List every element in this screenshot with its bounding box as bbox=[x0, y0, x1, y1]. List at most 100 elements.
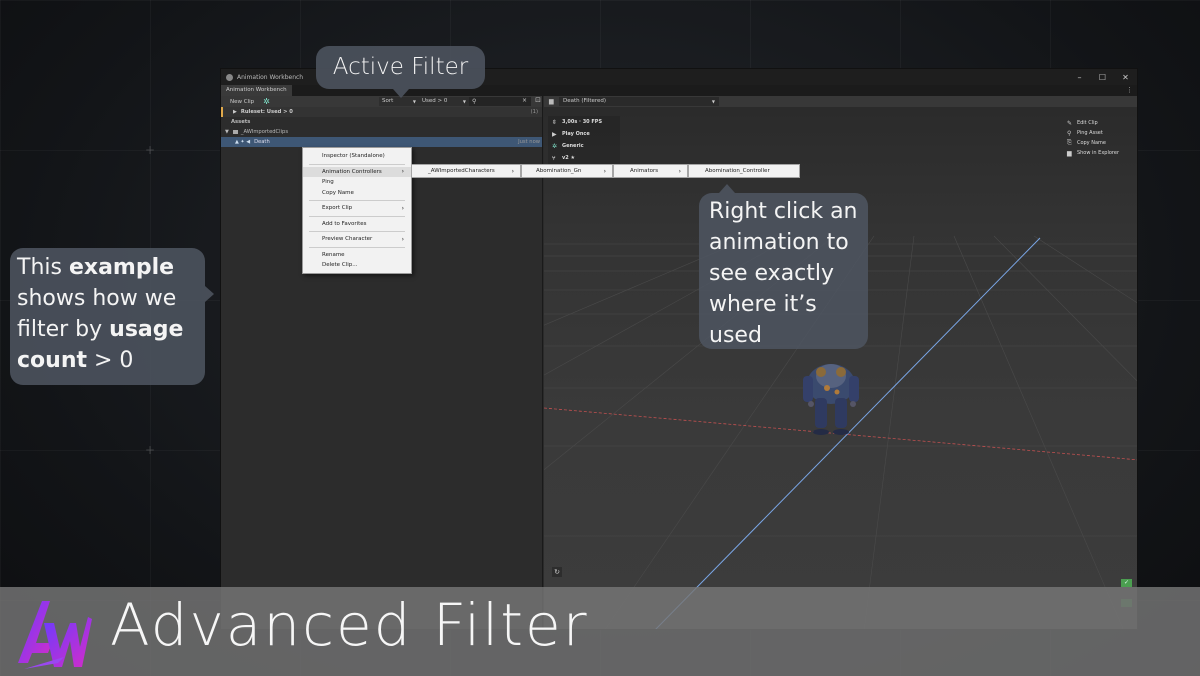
submenu-label: Abomination_Controller bbox=[705, 168, 770, 174]
close-button[interactable]: ✕ bbox=[1114, 73, 1137, 82]
menu-item-animation-controllers[interactable]: Animation Controllers › bbox=[303, 166, 411, 177]
expand-arrow-icon[interactable]: ▶ bbox=[233, 109, 237, 115]
clip-dropdown-label: Death (Filtered) bbox=[563, 98, 607, 104]
sort-label: Sort bbox=[382, 98, 394, 104]
clip-info-panel: ⇳ 3,00s · 30 FPS ▶ Play Once ✲ Generic ⑂ v2 … bbox=[548, 116, 620, 164]
menu-item-delete-clip[interactable]: Delete Clip... bbox=[303, 260, 411, 271]
submenu-arrow-icon: › bbox=[603, 167, 606, 175]
clip-name: Death bbox=[254, 139, 270, 145]
minimize-button[interactable]: – bbox=[1068, 73, 1091, 82]
right-click-callout: Right click an animation to see exactly … bbox=[699, 184, 868, 349]
menu-separator bbox=[309, 200, 405, 201]
maximize-button[interactable]: ☐ bbox=[1091, 73, 1114, 82]
submenu-arrow-icon: › bbox=[401, 168, 404, 176]
window-controls: – ☐ ✕ bbox=[1068, 73, 1137, 82]
ruleset-star-icon[interactable]: ✲ bbox=[263, 97, 270, 106]
submenu-arrow-icon: › bbox=[401, 204, 404, 212]
submenu-item-abomination-gn[interactable]: Abomination_Gn › bbox=[521, 164, 613, 178]
menu-separator bbox=[309, 215, 405, 217]
ping-asset-label: Ping Asset bbox=[1076, 130, 1103, 136]
menu-item-add-to-favorites[interactable]: Add to Favorites bbox=[303, 219, 411, 230]
clip-row-death[interactable]: ▲ ✦ ◀ Death Just now bbox=[221, 137, 542, 147]
play-mode-text: Play Once bbox=[562, 131, 590, 137]
unity-icon bbox=[226, 73, 233, 81]
show-in-explorer-action[interactable]: ▆ Show in Explorer bbox=[1067, 148, 1119, 158]
submenu-arrow-icon: › bbox=[511, 167, 514, 175]
pin-icon[interactable]: ⊡ bbox=[535, 96, 541, 104]
rig-type-text: Generic bbox=[562, 143, 584, 149]
browser-toolbar: New Clip ✲ Sort ▼ Used > 0 ▼ ⚲ × ⊡ bbox=[221, 96, 542, 107]
clear-search-icon[interactable]: × bbox=[522, 97, 527, 104]
filter-label: Used > 0 bbox=[422, 98, 448, 104]
new-clip-button[interactable]: New Clip bbox=[221, 99, 263, 105]
ruleset-row[interactable]: ▶ Ruleset: Used > 0 (1) bbox=[221, 107, 542, 117]
version: ⑂ v2 ★ bbox=[548, 152, 620, 164]
callout-text: > 0 bbox=[87, 348, 134, 373]
ping-asset-action[interactable]: ⚲ Ping Asset bbox=[1067, 128, 1119, 138]
character-preview-model bbox=[803, 364, 859, 435]
version-text: v2 ★ bbox=[562, 155, 575, 161]
reset-view-button[interactable]: ↻ bbox=[552, 567, 562, 577]
menu-separator bbox=[309, 231, 405, 232]
preview-character-label: Preview Character bbox=[322, 236, 373, 243]
kebab-menu-icon[interactable]: ⋮ bbox=[1122, 85, 1137, 96]
pencil-icon: ✎ bbox=[1066, 119, 1072, 127]
search-icon: ⚲ bbox=[472, 98, 477, 105]
humanoid-icon: ✲ bbox=[552, 142, 558, 150]
clip-tag: Just now bbox=[518, 139, 540, 145]
submenu-arrow-icon: › bbox=[401, 235, 404, 243]
menu-separator bbox=[309, 163, 405, 165]
search-icon: ⚲ bbox=[1066, 129, 1072, 137]
submenu-item-imported-characters[interactable]: _AWImportedCharacters › bbox=[411, 164, 521, 178]
example-callout: This example shows how we filter by usag… bbox=[10, 248, 214, 385]
banner-title: Advanced Filter bbox=[110, 591, 589, 659]
branch-icon: ⑂ bbox=[552, 154, 556, 162]
clip-actions: ✎ Edit Clip ⚲ Ping Asset ⎘ Copy Name ▆ Show … bbox=[1067, 118, 1119, 158]
status-indicator: ✓ bbox=[1121, 579, 1132, 587]
copy-name-action[interactable]: ⎘ Copy Name bbox=[1067, 138, 1119, 148]
tab-animation-workbench[interactable]: Animation Workbench bbox=[221, 85, 292, 96]
copy-name-label: Copy Name bbox=[1076, 140, 1106, 146]
chevron-down-icon: ▼ bbox=[711, 99, 715, 104]
window-title: Animation Workbench bbox=[237, 73, 304, 81]
grid-mark: + bbox=[145, 443, 156, 457]
filter-dropdown[interactable]: Used > 0 ▼ bbox=[419, 97, 469, 106]
folder-row[interactable]: ▼ _AWImportedClips bbox=[221, 127, 542, 137]
sort-dropdown[interactable]: Sort ▼ bbox=[379, 97, 419, 106]
copy-icon: ⎘ bbox=[1066, 139, 1072, 146]
show-in-explorer-label: Show in Explorer bbox=[1076, 150, 1119, 156]
submenu-label: Abomination_Gn bbox=[536, 168, 582, 174]
menu-item-ping[interactable]: Ping bbox=[303, 177, 411, 188]
duration-icon: ⇳ bbox=[552, 118, 558, 126]
chevron-down-icon: ▼ bbox=[462, 99, 466, 104]
search-input[interactable]: ⚲ × bbox=[469, 97, 531, 106]
edit-clip-label: Edit Clip bbox=[1076, 120, 1098, 126]
menu-item-rename[interactable]: Rename bbox=[303, 250, 411, 261]
ruleset-count: (1) bbox=[530, 109, 538, 115]
menu-item-inspector[interactable]: Inspector (Standalone) bbox=[303, 151, 411, 162]
active-filter-callout: Active Filter bbox=[316, 46, 485, 98]
menu-separator bbox=[309, 246, 405, 248]
aw-logo-icon bbox=[18, 601, 92, 669]
export-clip-label: Export Clip bbox=[322, 205, 353, 212]
submenu-item-abomination-controller[interactable]: Abomination_Controller bbox=[688, 164, 800, 178]
submenu-item-animators[interactable]: Animators › bbox=[613, 164, 688, 178]
menu-item-copy-name[interactable]: Copy Name bbox=[303, 188, 411, 199]
menu-item-export-clip[interactable]: Export Clip › bbox=[303, 203, 411, 214]
animation-controllers-label: Animation Controllers bbox=[322, 168, 382, 175]
play-mode[interactable]: ▶ Play Once bbox=[548, 128, 620, 140]
submenu-label: Animators bbox=[630, 168, 659, 174]
assets-header[interactable]: Assets bbox=[221, 117, 542, 127]
menu-item-preview-character[interactable]: Preview Character › bbox=[303, 234, 411, 245]
expand-arrow-icon[interactable]: ▼ bbox=[225, 129, 229, 135]
callout-text: This bbox=[17, 255, 69, 280]
grid-mark: + bbox=[145, 143, 156, 157]
duration-text: 3,00s · 30 FPS bbox=[562, 119, 603, 125]
submenu-label: _AWImportedCharacters bbox=[428, 168, 495, 174]
clip-dropdown[interactable]: Death (Filtered) ▼ bbox=[559, 97, 719, 106]
play-icon: ▶ bbox=[552, 130, 557, 138]
edit-clip-action[interactable]: ✎ Edit Clip bbox=[1067, 118, 1119, 128]
clip-status-icon: ▲ ✦ ◀ bbox=[235, 139, 251, 145]
ruleset-label: Ruleset: Used > 0 bbox=[240, 109, 293, 115]
folder-icon bbox=[232, 130, 238, 134]
